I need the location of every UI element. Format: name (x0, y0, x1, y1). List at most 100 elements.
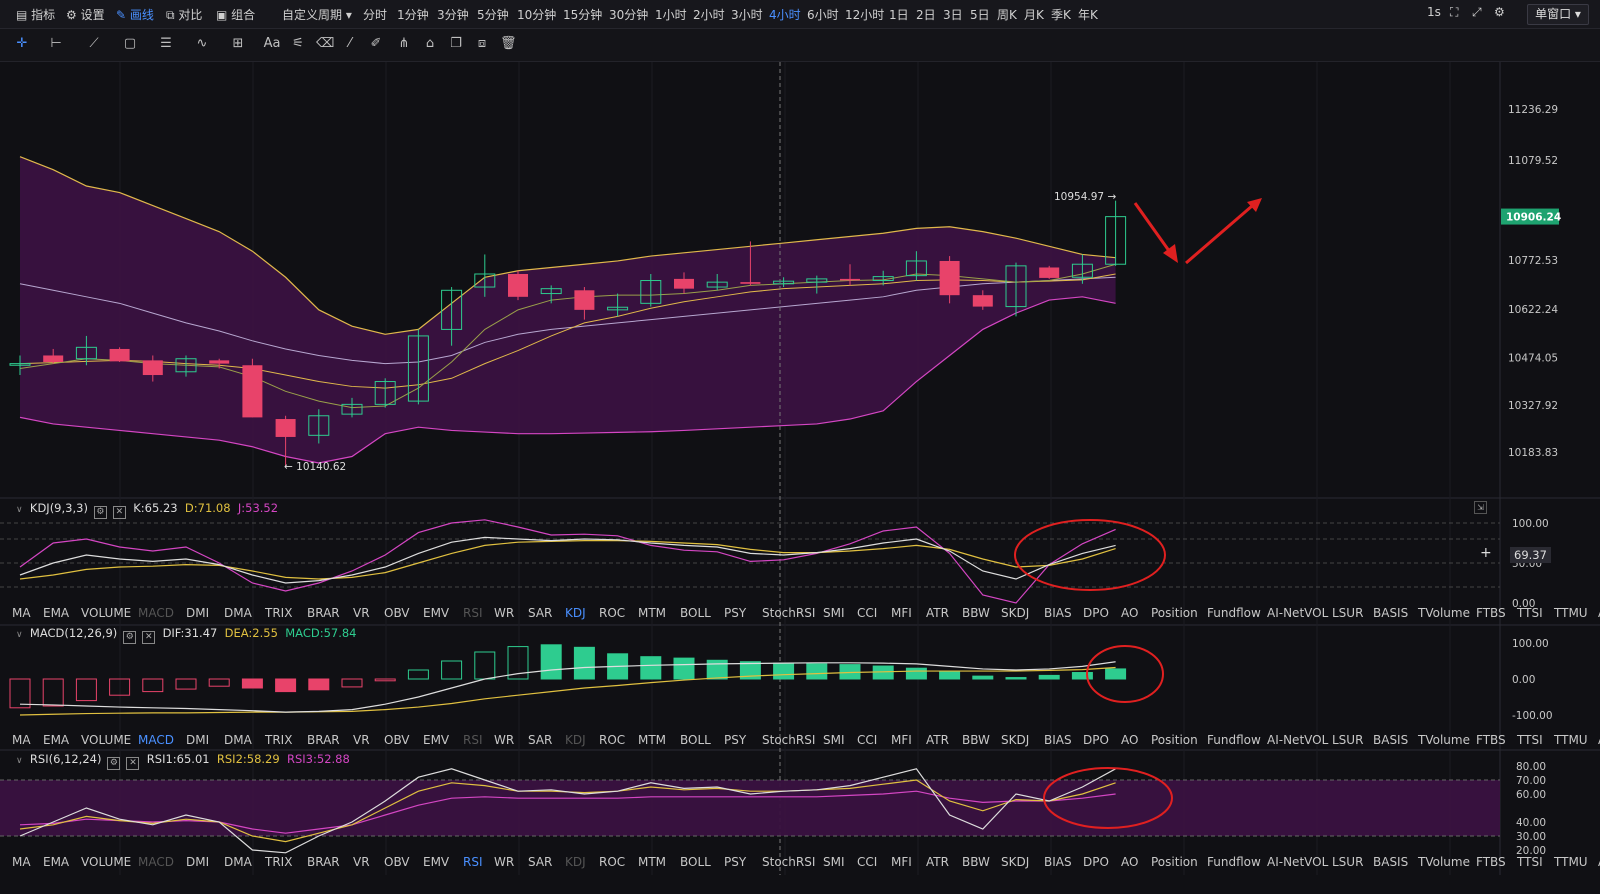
period-2[interactable]: 3分钟 (437, 6, 469, 23)
indicator-tab-kdj[interactable]: KDJ (565, 733, 586, 747)
indicator-tab-stochrsi[interactable]: StochRSI (762, 606, 815, 620)
indicator-tab-basis[interactable]: BASIS (1373, 733, 1408, 747)
indicator-tab-brar[interactable]: BRAR (307, 733, 340, 747)
indicator-tab-mtm[interactable]: MTM (638, 606, 666, 620)
period-1[interactable]: 1分钟 (397, 6, 429, 23)
indicator-tab-wr[interactable]: WR (494, 733, 514, 747)
indicator-tab-ao[interactable]: AO (1121, 606, 1138, 620)
indicator-tab-position[interactable]: Position (1151, 606, 1198, 620)
indicator-tab-stochrsi[interactable]: StochRSI (762, 855, 815, 869)
indicator-tab-atr[interactable]: ATR (926, 855, 949, 869)
interval-label[interactable]: 1s (1427, 5, 1441, 19)
copy-icon[interactable]: ❐ (448, 36, 464, 52)
indicator-tab-sar[interactable]: SAR (528, 606, 552, 620)
period-8[interactable]: 2小时 (693, 6, 725, 23)
indicator-tab-brar[interactable]: BRAR (307, 606, 340, 620)
indicator-tab-brar[interactable]: BRAR (307, 855, 340, 869)
close-icon[interactable]: ✕ (123, 104, 137, 117)
indicator-tab-boll[interactable]: BOLL (680, 606, 711, 620)
indicator-tab-skdj[interactable]: SKDJ (1001, 606, 1029, 620)
brush-icon[interactable]: ⁄ (342, 36, 358, 52)
indicator-tab-boll[interactable]: BOLL (680, 733, 711, 747)
indicator-tab-emv[interactable]: EMV (423, 606, 449, 620)
fib-icon[interactable]: ☰ (158, 36, 174, 52)
indicator-tab-mfi[interactable]: MFI (891, 855, 912, 869)
indicator-tab-vr[interactable]: VR (353, 606, 370, 620)
indicator-tab-cci[interactable]: CCI (857, 606, 877, 620)
indicator-tab-bias[interactable]: BIAS (1044, 855, 1072, 869)
indicator-tab-ai-netvol[interactable]: AI-NetVOL (1267, 733, 1328, 747)
indicator-tab-ema[interactable]: EMA (43, 733, 69, 747)
period-5[interactable]: 15分钟 (563, 6, 602, 23)
indicator-tab-tvolume[interactable]: TVolume (1418, 733, 1470, 747)
indicator-tab-ftbs[interactable]: FTBS (1476, 606, 1506, 620)
indicator-tab-kdj[interactable]: KDJ (565, 606, 586, 620)
indicator-tab-ttsi[interactable]: TTSI (1517, 855, 1543, 869)
indicator-tab-smi[interactable]: SMI (823, 733, 845, 747)
gear-icon[interactable]: ⚙ (123, 631, 137, 644)
indicator-tab-stochrsi[interactable]: StochRSI (762, 733, 815, 747)
indicator-tab-dma[interactable]: DMA (224, 855, 252, 869)
pattern-icon[interactable]: ⚟ (290, 36, 306, 52)
period-7[interactable]: 1小时 (655, 6, 687, 23)
indicator-tab-smi[interactable]: SMI (823, 855, 845, 869)
indicator-tab-ema[interactable]: EMA (43, 855, 69, 869)
indicator-tab-trix[interactable]: TRIX (265, 733, 292, 747)
period-19[interactable]: 季K (1051, 6, 1071, 23)
indicator-tab-lsur[interactable]: LSUR (1332, 606, 1363, 620)
indicator-tab-ftbs[interactable]: FTBS (1476, 855, 1506, 869)
indicator-tab-mfi[interactable]: MFI (891, 606, 912, 620)
indicator-tab-atr[interactable]: ATR (926, 733, 949, 747)
indicator-tab-cci[interactable]: CCI (857, 855, 877, 869)
indicator-tab-skdj[interactable]: SKDJ (1001, 855, 1029, 869)
indicator-tab-emv[interactable]: EMV (423, 855, 449, 869)
period-10[interactable]: 4小时 (769, 6, 801, 23)
crosshair-icon[interactable]: ✛ (14, 36, 30, 52)
pen-tool-icon[interactable]: ✐ (368, 36, 384, 52)
period-17[interactable]: 周K (997, 6, 1017, 23)
compare-button[interactable]: ⧉ 对比 (166, 6, 202, 23)
indicator-tab-volume[interactable]: VOLUME (81, 855, 131, 869)
indicator-tab-roc[interactable]: ROC (599, 606, 625, 620)
indicator-tab-psy[interactable]: PSY (724, 855, 746, 869)
indicator-tab-bbw[interactable]: BBW (962, 855, 990, 869)
period-14[interactable]: 2日 (916, 6, 936, 23)
indicator-tab-smi[interactable]: SMI (823, 606, 845, 620)
indicator-tab-fundflow[interactable]: Fundflow (1207, 733, 1261, 747)
indicator-tab-wr[interactable]: WR (494, 606, 514, 620)
indicator-tab-ma[interactable]: MA (12, 733, 31, 747)
period-11[interactable]: 6小时 (807, 6, 839, 23)
indicator-tab-bbw[interactable]: BBW (962, 606, 990, 620)
indicator-tab-roc[interactable]: ROC (599, 855, 625, 869)
indicator-tab-ema[interactable]: EMA (43, 606, 69, 620)
pane-toggle-icon[interactable]: ⇲ (1474, 501, 1487, 514)
indicator-tab-dma[interactable]: DMA (224, 733, 252, 747)
indicator-tab-mfi[interactable]: MFI (891, 733, 912, 747)
close-icon[interactable]: ✕ (126, 757, 140, 770)
period-12[interactable]: 12小时 (845, 6, 884, 23)
indicator-tab-dpo[interactable]: DPO (1083, 733, 1109, 747)
indicator-tab-dmi[interactable]: DMI (186, 733, 209, 747)
indicator-tab-ao[interactable]: AO (1121, 733, 1138, 747)
indicator-tab-wr[interactable]: WR (494, 855, 514, 869)
period-9[interactable]: 3小时 (731, 6, 763, 23)
indicator-tab-ma[interactable]: MA (12, 855, 31, 869)
window-select[interactable]: 单窗口 ▾ (1527, 4, 1589, 25)
indicator-tab-basis[interactable]: BASIS (1373, 855, 1408, 869)
period-0[interactable]: 分时 (363, 6, 387, 23)
indicator-tab-ftbs[interactable]: FTBS (1476, 733, 1506, 747)
drawing-button[interactable]: ✎ 画线 (116, 6, 154, 23)
indicator-tab-obv[interactable]: OBV (384, 855, 410, 869)
indicator-tab-lsur[interactable]: LSUR (1332, 855, 1363, 869)
indicator-tab-mtm[interactable]: MTM (638, 855, 666, 869)
period-20[interactable]: 年K (1078, 6, 1098, 23)
plus-icon[interactable]: + (1480, 545, 1492, 561)
indicator-tab-kdj[interactable]: KDJ (565, 855, 586, 869)
indicator-tab-ma[interactable]: MA (12, 606, 31, 620)
indicator-tab-bbw[interactable]: BBW (962, 733, 990, 747)
custom-period-dropdown[interactable]: 自定义周期 ▾ (282, 6, 352, 23)
period-3[interactable]: 5分钟 (477, 6, 509, 23)
close-icon[interactable]: ✕ (142, 631, 156, 644)
indicator-tab-bias[interactable]: BIAS (1044, 606, 1072, 620)
indicator-tab-rsi[interactable]: RSI (463, 855, 483, 869)
